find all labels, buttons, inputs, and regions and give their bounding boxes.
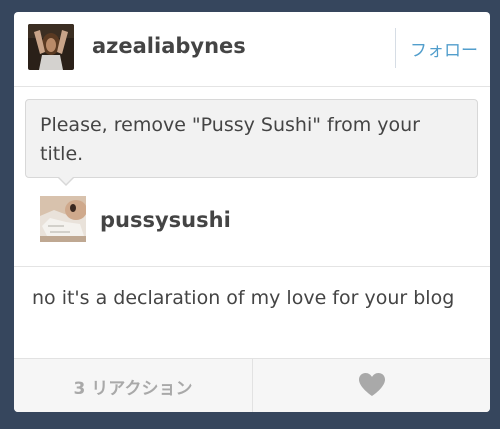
follow-button[interactable]: フォロー bbox=[410, 36, 478, 61]
question-bubble-tail-fill bbox=[58, 176, 74, 184]
author-username[interactable]: azealiabynes bbox=[92, 34, 246, 58]
asker-username[interactable]: pussysushi bbox=[100, 208, 231, 232]
notes-button[interactable]: 3 リアクション bbox=[14, 359, 252, 412]
author-avatar[interactable] bbox=[28, 24, 74, 70]
like-button[interactable] bbox=[253, 359, 490, 412]
heart-icon bbox=[358, 372, 386, 401]
asker-avatar-photo bbox=[40, 196, 86, 242]
question-bubble: Please, remove "Pussy Sushi" from your t… bbox=[25, 99, 478, 178]
question-text: Please, remove "Pussy Sushi" from your t… bbox=[40, 114, 420, 165]
author-avatar-photo bbox=[28, 24, 74, 70]
answer-divider bbox=[14, 266, 490, 267]
asker-avatar[interactable] bbox=[40, 196, 86, 242]
header-divider bbox=[395, 28, 396, 68]
answer-text: no it's a declaration of my love for you… bbox=[32, 287, 455, 309]
post-footer: 3 リアクション bbox=[14, 358, 490, 412]
post-card: azealiabynes フォロー Please, remove "Pussy … bbox=[14, 12, 490, 412]
post-header: azealiabynes フォロー bbox=[14, 12, 490, 87]
